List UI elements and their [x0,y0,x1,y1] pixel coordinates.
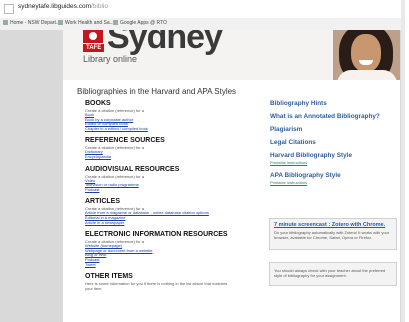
bookmark-icon [58,20,63,25]
section-electronic: ELECTRONIC INFORMATION RESOURCES Create … [85,231,255,267]
page-icon [4,4,14,14]
photo-shirt [337,70,397,80]
library-online-label: Library online [83,54,138,64]
logo-sydney-text: Sydney [107,30,223,56]
tafe-logo-icon [83,30,103,43]
section-title: BOOKS [85,100,111,107]
browser-window: sydneytafe.libguides.com/biblio Home - N… [0,0,405,322]
annotated-bibliography-link[interactable]: What is an Annotated Bibliography? [270,113,394,120]
zotero-description: Do your bibliography automatically with … [274,230,390,240]
section-audiovisual: AUDIOVISUAL RESOURCES Create a citation … [85,166,255,193]
bookmark-item[interactable]: Home - NSW Depart... [3,20,60,26]
url-text[interactable]: sydneytafe.libguides.com/biblio [18,3,108,10]
zotero-screencast-link[interactable]: 7 minute screencast : Zotero with Chrome… [274,222,392,228]
address-bar[interactable]: sydneytafe.libguides.com/biblio [0,0,401,18]
apa-style-link[interactable]: APA Bibliography Style [270,172,394,179]
bibliography-hints-link[interactable]: Bibliography Hints [270,100,394,107]
bookmark-icon [113,20,118,25]
bookmark-item[interactable]: Work Health and Sa... [58,20,114,26]
section-title: OTHER ITEMS [85,273,133,281]
scrollbar[interactable] [401,0,405,322]
section-title: AUDIOVISUAL RESOURCES [85,165,180,173]
harvard-style-link[interactable]: Harvard Bibliography Style [270,152,394,159]
citation-sections: BOOKS Create a citation (reference) for … [85,100,255,291]
section-reference-sources: REFERENCE SOURCES Create a citation (ref… [85,137,255,159]
plagiarism-link[interactable]: Plagiarism [270,126,394,133]
apa-printable-link[interactable]: Printable instructions [270,180,394,185]
bookmark-item[interactable]: Google Apps @ RTO [113,20,167,26]
section-other-items: OTHER ITEMS Here is some information for… [85,273,255,291]
section-title: REFERENCE SOURCES [85,137,165,145]
teacher-note-text: You should always check with your teache… [274,268,386,278]
zotero-box: 7 minute screencast : Zotero with Chrome… [269,218,397,250]
header-photo [333,30,400,80]
bookmark-icon [3,20,8,25]
right-column: Bibliography Hints What is an Annotated … [270,100,394,192]
legal-citations-link[interactable]: Legal Citations [270,139,394,146]
section-description: Here is some information for you if ther… [85,281,228,292]
section-title: ARTICLES [85,198,120,206]
section-books: BOOKS Create a citation (reference) for … [85,100,255,131]
harvard-printable-link[interactable]: Printable instructions [270,160,394,165]
teacher-note-box: You should always check with your teache… [269,262,397,286]
logo-tafe-text: TAFE [83,44,105,52]
page-title: Bibliographies in the Harvard and APA St… [77,87,237,96]
web-page: TAFE Sydney Library online Bibliographie… [63,30,400,322]
section-articles: ARTICLES Create a citation (reference) f… [85,198,255,225]
photo-face [351,34,381,72]
section-title: ELECTRONIC INFORMATION RESOURCES [85,231,228,239]
header-banner: TAFE Sydney Library online [63,30,400,80]
